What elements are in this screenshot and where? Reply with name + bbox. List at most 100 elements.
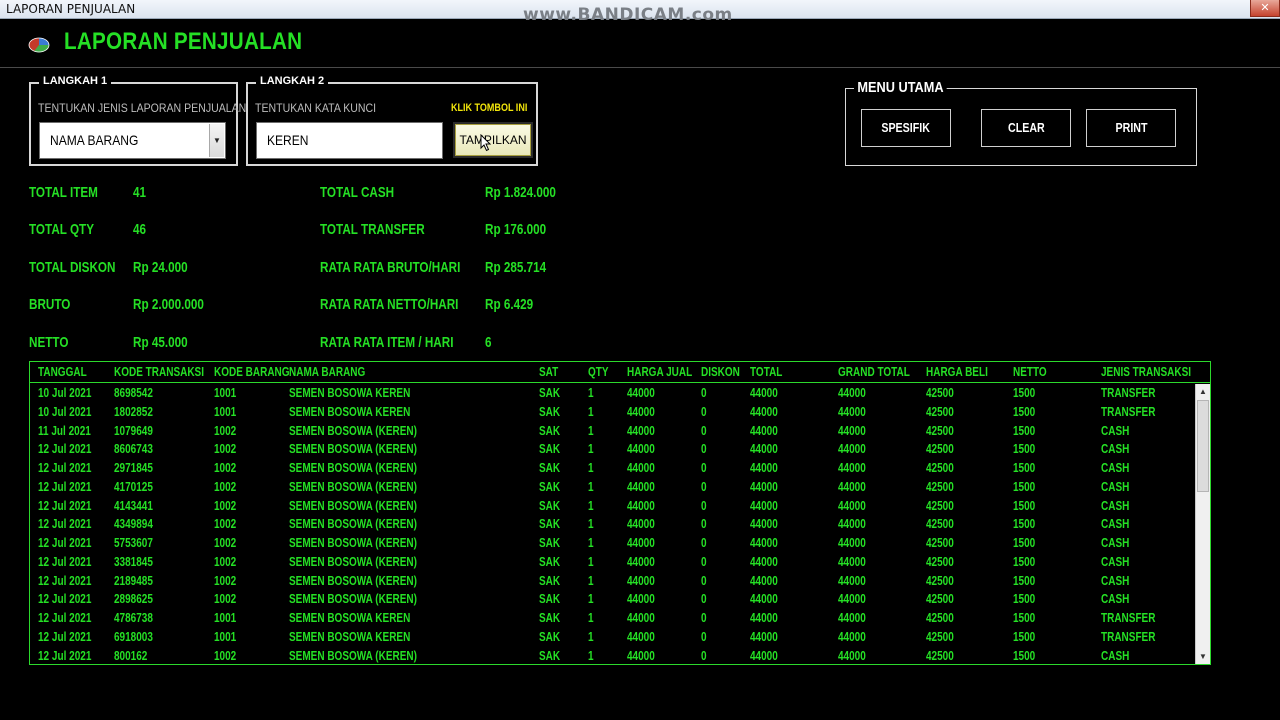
scroll-down-icon[interactable]: ▼ (1196, 649, 1210, 664)
cell-diskon: 0 (701, 536, 707, 550)
cell-kode-barang: 1002 (214, 554, 237, 569)
cell-netto: 1500 (1013, 404, 1036, 419)
scroll-thumb[interactable] (1197, 400, 1209, 492)
window-close-button[interactable]: ✕ (1250, 0, 1280, 17)
cell-nama-barang: SEMEN BOSOWA (KEREN) (289, 442, 417, 457)
cell-qty: 1 (588, 629, 594, 644)
cell-jenis-transaksi: TRANSFER (1101, 629, 1156, 644)
cell-sat: SAK (539, 404, 561, 419)
cell-harga-beli: 42500 (926, 479, 954, 494)
cell-nama-barang: SEMEN BOSOWA (KEREN) (289, 573, 417, 588)
table-row[interactable]: 12 Jul 2021 8606743 1002 SEMEN BOSOWA (KERE… (30, 440, 1196, 459)
cell-jenis-transaksi: CASH (1101, 592, 1130, 607)
cell-kode-barang: 1002 (214, 423, 237, 438)
cell-jenis-transaksi: TRANSFER (1101, 386, 1156, 400)
table-row[interactable]: 12 Jul 2021 5753607 1002 SEMEN BOSOWA (KERE… (30, 534, 1196, 553)
tampilkan-button[interactable]: TAMPILKAN (453, 122, 533, 158)
table-row[interactable]: 12 Jul 2021 4143441 1002 SEMEN BOSOWA (KERE… (30, 497, 1196, 516)
table-row[interactable]: 12 Jul 2021 4170125 1002 SEMEN BOSOWA (KERE… (30, 478, 1196, 497)
cell-netto: 1500 (1013, 461, 1036, 475)
total-item-label: TOTAL ITEM (29, 184, 98, 201)
table-row[interactable]: 12 Jul 2021 3381845 1002 SEMEN BOSOWA (KERE… (30, 553, 1196, 572)
bruto-label: BRUTO (29, 296, 71, 313)
cell-nama-barang: SEMEN BOSOWA KEREN (289, 611, 411, 625)
cell-grand-total: 44000 (838, 423, 866, 438)
table-row[interactable]: 12 Jul 2021 800162 1002 SEMEN BOSOWA (KEREN… (30, 647, 1196, 665)
cell-kode-barang: 1001 (214, 386, 237, 400)
total-diskon-label: TOTAL DISKON (29, 259, 116, 276)
cell-total: 44000 (750, 592, 778, 607)
spesifik-button[interactable]: SPESIFIK (861, 109, 951, 147)
cell-kode-barang: 1001 (214, 629, 237, 644)
column-header-jenis-transaksi[interactable]: JENIS TRANSAKSI (1101, 365, 1191, 379)
cell-grand-total: 44000 (838, 517, 866, 532)
cell-total: 44000 (750, 404, 778, 419)
table-row[interactable]: 12 Jul 2021 2898625 1002 SEMEN BOSOWA (KERE… (30, 590, 1196, 609)
cell-kode-transaksi: 2189485 (114, 573, 153, 588)
cell-sat: SAK (539, 461, 561, 475)
cell-harga-jual: 44000 (627, 536, 655, 550)
cell-total: 44000 (750, 423, 778, 438)
cell-qty: 1 (588, 554, 594, 569)
column-header-kode-transaksi[interactable]: KODE TRANSAKSI (114, 365, 204, 379)
table-row[interactable]: 12 Jul 2021 2971845 1002 SEMEN BOSOWA (KERE… (30, 459, 1196, 478)
chevron-down-icon[interactable]: ▼ (209, 124, 224, 157)
column-header-nama-barang[interactable]: NAMA BARANG (289, 365, 365, 379)
column-header-sat[interactable]: SAT (539, 365, 558, 379)
cell-kode-barang: 1002 (214, 498, 237, 513)
column-header-netto[interactable]: NETTO (1013, 365, 1047, 379)
cell-harga-jual: 44000 (627, 611, 655, 625)
sales-table[interactable]: TANGGAL KODE TRANSAKSI KODE BARANG NAMA BAR… (29, 361, 1211, 665)
report-type-select[interactable]: NAMA BARANG ▼ (39, 122, 226, 159)
total-transfer-label: TOTAL TRANSFER (320, 221, 425, 238)
table-row[interactable]: 12 Jul 2021 2189485 1002 SEMEN BOSOWA (KERE… (30, 572, 1196, 591)
cell-tanggal: 12 Jul 2021 (38, 573, 92, 588)
column-header-tanggal[interactable]: TANGGAL (38, 365, 87, 379)
cell-netto: 1500 (1013, 648, 1036, 663)
cell-sat: SAK (539, 573, 561, 588)
column-header-kode-barang[interactable]: KODE BARANG (214, 365, 290, 379)
table-body[interactable]: 10 Jul 2021 8698542 1001 SEMEN BOSOWA KEREN… (30, 384, 1196, 664)
pie-chart-icon (28, 37, 50, 53)
cell-kode-transaksi: 5753607 (114, 536, 153, 550)
cell-sat: SAK (539, 592, 561, 607)
langkah1-group: LANGKAH 1 TENTUKAN JENIS LAPORAN PENJUAL… (29, 75, 246, 166)
cell-qty: 1 (588, 517, 594, 532)
column-header-grand-total[interactable]: GRAND TOTAL (838, 365, 910, 379)
cell-total: 44000 (750, 611, 778, 625)
column-header-harga-jual[interactable]: HARGA JUAL (627, 365, 692, 379)
click-hint: KLIK TOMBOL INI (451, 102, 528, 114)
column-header-diskon[interactable]: DISKON (701, 365, 740, 379)
clear-button[interactable]: CLEAR (981, 109, 1071, 147)
keyword-input[interactable]: KEREN (256, 122, 443, 159)
cell-harga-beli: 42500 (926, 648, 954, 663)
cell-netto: 1500 (1013, 629, 1036, 644)
table-row[interactable]: 12 Jul 2021 6918003 1001 SEMEN BOSOWA KEREN… (30, 628, 1196, 647)
column-header-harga-beli[interactable]: HARGA BELI (926, 365, 988, 379)
table-scrollbar[interactable]: ▲ ▼ (1195, 384, 1210, 664)
cell-harga-beli: 42500 (926, 461, 954, 475)
table-row[interactable]: 10 Jul 2021 1802852 1001 SEMEN BOSOWA KEREN… (30, 403, 1196, 422)
rata-bruto-label: RATA RATA BRUTO/HARI (320, 259, 461, 276)
print-button[interactable]: PRINT (1086, 109, 1176, 147)
cell-kode-transaksi: 6918003 (114, 629, 153, 644)
table-row[interactable]: 11 Jul 2021 1079649 1002 SEMEN BOSOWA (KERE… (30, 422, 1196, 441)
cell-total: 44000 (750, 629, 778, 644)
table-row[interactable]: 12 Jul 2021 4786738 1001 SEMEN BOSOWA KEREN… (30, 609, 1196, 628)
cell-harga-jual: 44000 (627, 479, 655, 494)
table-row[interactable]: 12 Jul 2021 4349894 1002 SEMEN BOSOWA (KERE… (30, 515, 1196, 534)
cell-kode-transaksi: 4143441 (114, 498, 153, 513)
table-row[interactable]: 10 Jul 2021 8698542 1001 SEMEN BOSOWA KEREN… (30, 384, 1196, 403)
scroll-up-icon[interactable]: ▲ (1196, 384, 1210, 399)
cell-kode-transaksi: 800162 (114, 648, 148, 663)
column-header-total[interactable]: TOTAL (750, 365, 782, 379)
cell-jenis-transaksi: CASH (1101, 479, 1130, 494)
cell-sat: SAK (539, 386, 561, 400)
netto-label: NETTO (29, 334, 69, 351)
cell-harga-jual: 44000 (627, 423, 655, 438)
cell-netto: 1500 (1013, 386, 1036, 400)
cell-total: 44000 (750, 517, 778, 532)
column-header-qty[interactable]: QTY (588, 365, 609, 379)
cell-kode-barang: 1002 (214, 442, 237, 457)
cell-qty: 1 (588, 442, 594, 457)
